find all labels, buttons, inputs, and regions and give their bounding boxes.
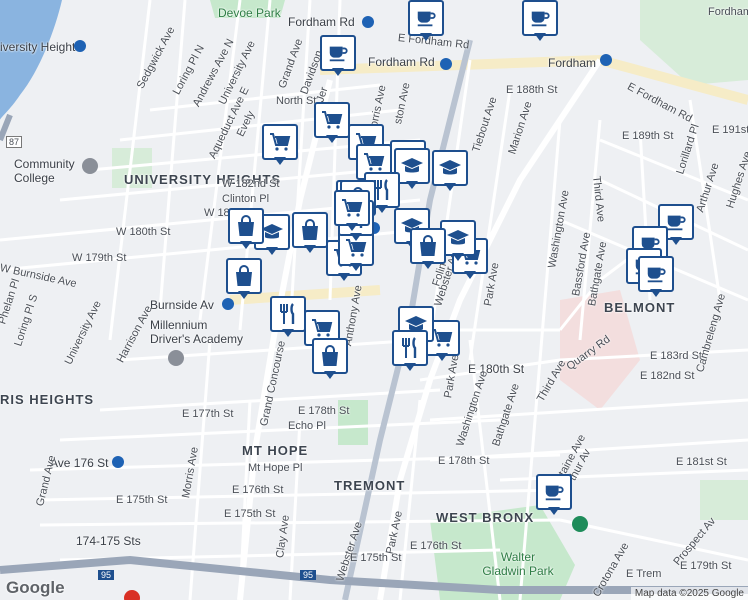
highway-shield: 87 [6, 136, 23, 148]
map-marker[interactable] [226, 258, 262, 302]
street-label: W 182nd St [222, 178, 280, 190]
street-label: E 178th St [438, 455, 490, 467]
street-label: E 178th St [298, 405, 350, 417]
place-label: Millennium [150, 318, 208, 332]
street-label: E 175th St [224, 508, 276, 520]
highway-shield: 95 [300, 570, 317, 580]
map-marker[interactable] [522, 0, 558, 44]
cart-icon [322, 111, 343, 129]
map-marker[interactable] [432, 150, 468, 194]
park-poi-icon [572, 516, 588, 532]
street-label: E 175th St [350, 552, 402, 564]
subway-icon [600, 54, 612, 66]
shopping-bag-icon [420, 235, 436, 256]
cafe-icon [545, 485, 564, 501]
google-logo: Google [6, 578, 65, 597]
map-marker[interactable] [408, 0, 444, 44]
street-label: E Trem [626, 568, 662, 580]
street-label: E 182nd St [640, 370, 695, 382]
neighborhood-label: RIS HEIGHTS [0, 392, 95, 407]
cafe-icon [329, 46, 348, 62]
neighborhood-label: BELMONT [604, 300, 676, 315]
school-poi-icon [168, 350, 184, 366]
street-label: E 181st St [676, 456, 727, 468]
subway-icon [440, 58, 452, 70]
map-marker[interactable] [262, 124, 298, 168]
street-label: North St [276, 95, 317, 107]
shopping-bag-icon [238, 215, 254, 236]
park-label: Devoe Park [218, 6, 281, 20]
school-icon [447, 230, 469, 245]
map-marker[interactable] [314, 102, 350, 146]
park-label: Walter Gladwin Park [482, 550, 554, 578]
street-label: E 191st [712, 124, 748, 136]
hospital-icon [124, 590, 140, 600]
place-label: Fordham Univers [708, 6, 748, 18]
map-marker[interactable] [320, 35, 356, 79]
street-label: E 175th St [116, 494, 168, 506]
map-marker[interactable] [410, 228, 446, 272]
neighborhood-label: MT HOPE [242, 443, 309, 458]
map-canvas[interactable]: Devoe Park Fordham Rd E Fordham Rd Fordh… [0, 0, 748, 600]
cart-icon [364, 153, 385, 171]
place-label: iversity Heights [0, 40, 82, 54]
street-label: Echo Pl [288, 420, 326, 432]
street-label: Fordham Rd [288, 15, 355, 29]
station-label: Burnside Av [150, 298, 214, 312]
street-label: E 179th St [680, 560, 732, 572]
place-label: Community College [14, 157, 75, 185]
cart-icon [342, 199, 363, 217]
cafe-icon [647, 267, 666, 283]
restaurant-icon [280, 303, 295, 324]
place-label: Driver's Academy [150, 332, 243, 346]
cart-icon [270, 133, 291, 151]
map-marker[interactable] [392, 330, 428, 374]
subway-icon [112, 456, 124, 468]
cafe-icon [417, 11, 436, 27]
college-icon [82, 158, 98, 174]
street-label: E 188th St [506, 84, 558, 96]
map-marker[interactable] [270, 296, 306, 340]
street-label: E 183rd St [650, 350, 702, 362]
cart-icon [312, 319, 333, 337]
school-icon [401, 158, 423, 173]
neighborhood-label: TREMONT [334, 478, 406, 493]
street-label: W 179th St [72, 252, 127, 264]
subway-icon [74, 40, 86, 52]
highway-shield: 95 [98, 570, 115, 580]
map-attribution: Map data ©2025 Google [630, 587, 748, 600]
street-label: E 176th St [232, 484, 284, 496]
station-label: Ave 176 St [50, 456, 109, 470]
map-marker[interactable] [312, 338, 348, 382]
station-label: 174-175 Sts [76, 534, 141, 548]
street-label: Fordham Rd [368, 55, 435, 69]
street-label: W 180th St [116, 226, 171, 238]
subway-icon [362, 16, 374, 28]
restaurant-icon [402, 337, 417, 358]
map-marker[interactable] [334, 190, 370, 234]
shopping-bag-icon [322, 345, 338, 366]
shopping-bag-icon [302, 219, 318, 240]
place-label: Fordham [548, 56, 597, 70]
street-label: E 176th St [410, 540, 462, 552]
cafe-icon [531, 11, 550, 27]
map-marker[interactable] [228, 208, 264, 252]
map-marker[interactable] [292, 212, 328, 256]
shopping-bag-icon [236, 265, 252, 286]
cafe-icon [667, 215, 686, 231]
school-icon [439, 160, 461, 175]
street-label: Clinton Pl [222, 193, 270, 205]
neighborhood-label: WEST BRONX [436, 510, 535, 525]
map-marker[interactable] [536, 474, 572, 518]
street-label: E 177th St [182, 408, 234, 420]
map-marker[interactable] [638, 256, 674, 300]
street-label: Mt Hope Pl [248, 462, 303, 474]
street-label: E 189th St [622, 130, 674, 142]
